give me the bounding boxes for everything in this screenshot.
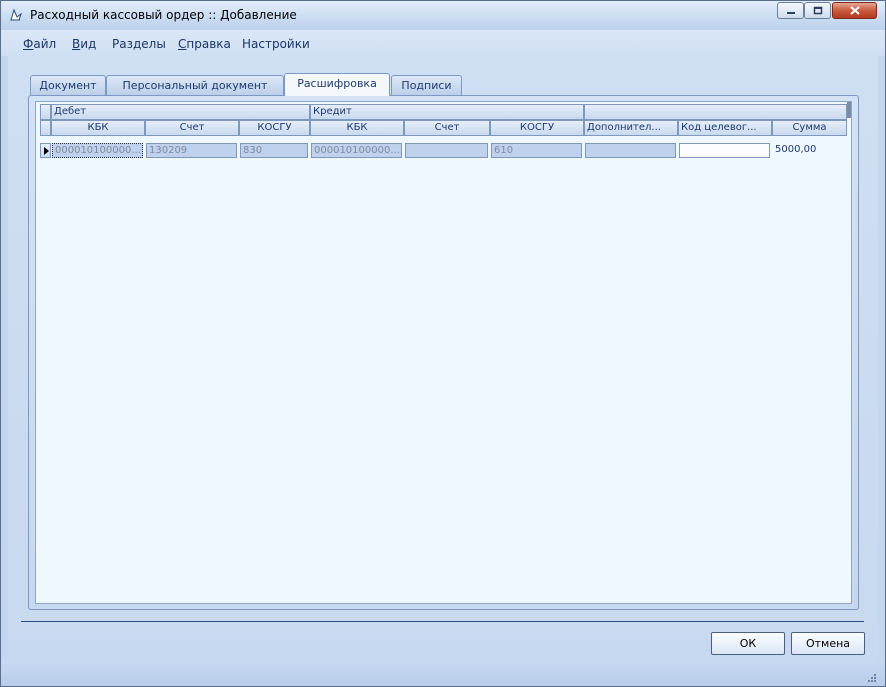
close-button[interactable] <box>832 2 877 19</box>
grid-corner <box>40 104 51 120</box>
column-header-debit-account[interactable]: Счет <box>145 120 239 136</box>
dialog-content: Документ Персональный документ Расшифров… <box>8 56 878 661</box>
header-corner <box>40 120 51 136</box>
cell-additional[interactable] <box>585 143 676 158</box>
cell-debit-kbk[interactable]: 000010100000... <box>52 143 143 158</box>
maximize-button[interactable] <box>804 2 831 19</box>
status-bar <box>1 660 885 686</box>
menu-view[interactable]: Вид <box>72 37 96 51</box>
menu-file-label: айл <box>33 37 57 51</box>
resize-grip-icon[interactable] <box>865 671 877 683</box>
menu-file-mnemonic: Ф <box>23 37 34 51</box>
breakdown-grid[interactable]: Дебет Кредит КБК Счет КОСГУ КБК Счет КОС… <box>35 101 852 604</box>
minimize-icon <box>786 11 795 14</box>
minimize-button[interactable] <box>777 2 804 19</box>
menu-file[interactable]: Файл <box>23 37 56 51</box>
column-header-credit-account[interactable]: Счет <box>404 120 490 136</box>
tab-document[interactable]: Документ <box>30 75 106 95</box>
cell-credit-kosgu[interactable]: 610 <box>491 143 582 158</box>
column-header-target-code[interactable]: Код целевог... <box>678 120 772 136</box>
cell-debit-account[interactable]: 130209 <box>146 143 237 158</box>
menu-view-label: ид <box>80 37 97 51</box>
row-pointer-icon <box>44 147 49 155</box>
cancel-button[interactable]: Отмена <box>791 632 865 655</box>
document-edit-icon <box>10 8 22 21</box>
menu-settings-label: Настройки <box>242 37 310 51</box>
column-header-credit-kosgu[interactable]: КОСГУ <box>490 120 584 136</box>
cell-credit-kbk[interactable]: 000010100000... <box>311 143 402 158</box>
window-title: Расходный кассовый ордер :: Добавление <box>30 8 297 22</box>
dialog-window: Расходный кассовый ордер :: Добавление Ф… <box>0 0 886 687</box>
menu-help[interactable]: Справка <box>178 37 231 51</box>
ok-button[interactable]: ОК <box>711 632 785 655</box>
menu-view-mnemonic: В <box>72 37 81 51</box>
menu-sections[interactable]: Разделы <box>112 37 166 51</box>
menu-sections-label: Разделы <box>112 37 166 51</box>
menu-help-label: правка <box>186 37 231 51</box>
footer-divider <box>21 621 864 622</box>
cell-amount[interactable]: 5000,00 <box>773 143 846 158</box>
tab-signatures[interactable]: Подписи <box>391 75 462 95</box>
cell-debit-kosgu[interactable]: 830 <box>240 143 308 158</box>
column-header-credit-kbk[interactable]: КБК <box>310 120 404 136</box>
tab-breakdown[interactable]: Расшифровка <box>284 73 390 96</box>
row-indicator[interactable] <box>40 143 51 158</box>
menu-settings[interactable]: Настройки <box>242 37 310 51</box>
band-credit: Кредит <box>310 104 584 120</box>
column-header-additional[interactable]: Дополнител... <box>584 120 678 136</box>
grid-scrollbar[interactable] <box>847 102 851 118</box>
close-icon <box>849 6 860 15</box>
tab-personal-document[interactable]: Персональный документ <box>106 75 284 95</box>
column-header-amount[interactable]: Сумма <box>772 120 847 136</box>
cell-target-code[interactable] <box>679 143 770 158</box>
column-header-debit-kbk[interactable]: КБК <box>51 120 145 136</box>
menu-bar: Файл Вид Разделы Справка Настройки <box>1 30 885 56</box>
band-other <box>584 104 847 120</box>
restore-icon <box>813 6 822 15</box>
band-debit: Дебет <box>51 104 310 120</box>
title-bar[interactable]: Расходный кассовый ордер :: Добавление <box>1 1 885 30</box>
cell-credit-account[interactable] <box>405 143 488 158</box>
column-header-debit-kosgu[interactable]: КОСГУ <box>239 120 310 136</box>
